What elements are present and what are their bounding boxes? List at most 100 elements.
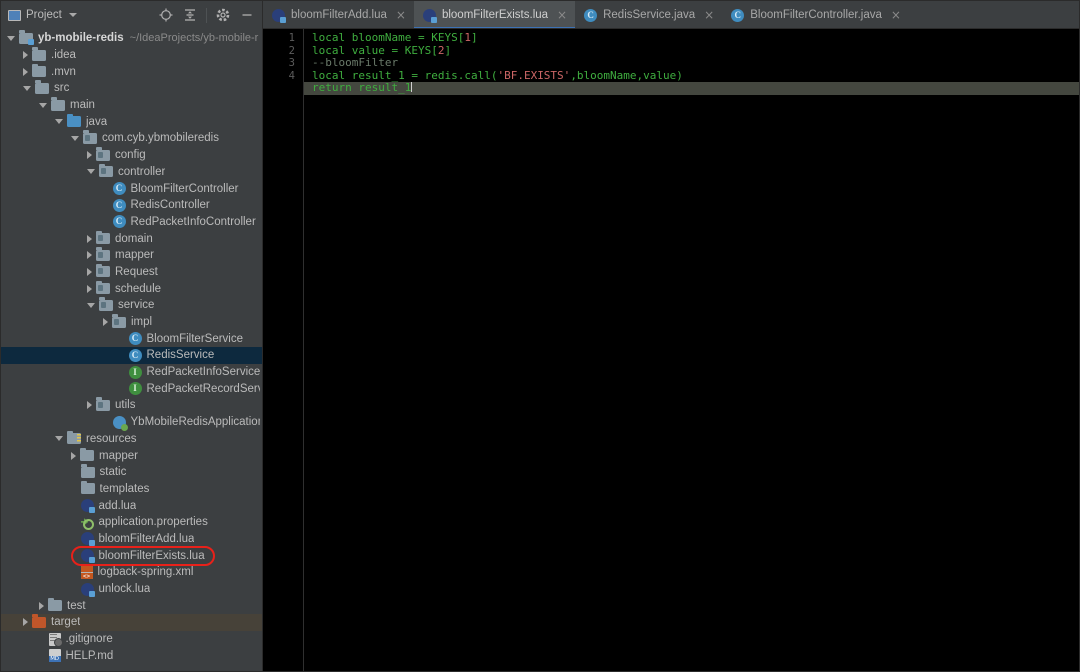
- tree-row[interactable]: bloomFilterExists.lua: [1, 547, 262, 564]
- java-class-icon: C: [128, 332, 142, 346]
- tree-row[interactable]: .gitignore: [1, 631, 262, 648]
- project-panel-title-button[interactable]: Project: [8, 9, 77, 21]
- tree-row[interactable]: templates: [1, 480, 262, 498]
- chevron-right-icon[interactable]: [23, 51, 28, 60]
- chevron-right-icon[interactable]: [23, 618, 28, 627]
- tree-row[interactable]: C BloomFilterService: [1, 330, 262, 347]
- tree-row-label: utils: [115, 399, 136, 412]
- project-panel-label: Project: [26, 9, 62, 21]
- tree-row-label: impl: [131, 316, 153, 329]
- package-icon: [96, 280, 110, 295]
- chevron-down-icon[interactable]: [87, 302, 95, 308]
- tree-row[interactable]: src: [1, 80, 262, 97]
- chevron-right-icon[interactable]: [87, 251, 92, 260]
- tree-row[interactable]: YbMobileRedisApplication: [1, 414, 262, 431]
- chevron-down-icon[interactable]: [71, 135, 79, 141]
- tree-row[interactable]: I RedPacketRecordService: [1, 380, 262, 397]
- editor-tab-label: BloomFilterController.java: [750, 9, 882, 21]
- editor-tab-1[interactable]: bloomFilterExists.lua ×: [413, 1, 576, 28]
- tree-row[interactable]: mapper: [1, 247, 262, 264]
- tree-row[interactable]: C RedisService: [1, 347, 262, 364]
- tree-row[interactable]: .mvn: [1, 63, 262, 80]
- chevron-down-icon[interactable]: [55, 436, 63, 442]
- chevron-right-icon[interactable]: [103, 318, 108, 327]
- tree-row[interactable]: .idea: [1, 47, 262, 64]
- code-content[interactable]: local bloomName = KEYS[1] local value = K…: [304, 29, 1079, 671]
- tree-row[interactable]: logback-spring.xml: [1, 564, 262, 581]
- editor-tab-3[interactable]: C BloomFilterController.java ×: [722, 1, 909, 28]
- code-line[interactable]: local value = KEYS[2]: [304, 43, 1079, 58]
- gear-icon[interactable]: [212, 4, 234, 26]
- chevron-down-icon[interactable]: [7, 35, 15, 41]
- tree-row[interactable]: mapper: [1, 447, 262, 464]
- close-icon[interactable]: ×: [557, 9, 567, 21]
- tree-row[interactable]: test: [1, 597, 262, 614]
- tree-row-label: main: [70, 99, 95, 112]
- chevron-right-icon[interactable]: [87, 151, 92, 160]
- java-class-icon: C: [112, 215, 126, 229]
- close-icon[interactable]: ×: [704, 9, 714, 21]
- tree-row[interactable]: domain: [1, 230, 262, 247]
- tree-row-label: BloomFilterService: [146, 332, 244, 345]
- chevron-down-icon[interactable]: [39, 102, 47, 108]
- code-token: local: [312, 43, 346, 57]
- tree-row-label: BloomFilterController: [130, 182, 239, 195]
- java-class-icon: C: [128, 332, 142, 346]
- tree-row[interactable]: java: [1, 113, 262, 130]
- locate-icon[interactable]: [155, 4, 177, 26]
- close-icon[interactable]: ×: [396, 9, 406, 21]
- tree-row[interactable]: resources: [1, 430, 262, 448]
- module-folder-icon: [19, 30, 34, 45]
- tree-row[interactable]: Request: [1, 263, 262, 281]
- line-number: 1: [288, 32, 295, 44]
- editor-tab-2[interactable]: C RedisService.java ×: [575, 1, 722, 28]
- collapse-all-icon[interactable]: [179, 4, 201, 26]
- tree-row[interactable]: controller: [1, 163, 262, 181]
- tree-row[interactable]: application.properties: [1, 514, 262, 531]
- tree-row[interactable]: C BloomFilterController: [1, 180, 262, 197]
- close-icon[interactable]: ×: [891, 9, 901, 21]
- folder-icon: [32, 47, 46, 61]
- chevron-down-icon[interactable]: [68, 13, 77, 17]
- chevron-right-icon[interactable]: [39, 601, 44, 610]
- package-icon: [83, 130, 97, 144]
- tree-row[interactable]: schedule: [1, 280, 262, 297]
- chevron-right-icon[interactable]: [87, 401, 92, 410]
- tree-row[interactable]: C RedPacketInfoController: [1, 214, 262, 231]
- tree-row[interactable]: impl: [1, 314, 262, 331]
- code-line[interactable]: local result_1 = redis.call('BF.EXISTS',…: [304, 68, 1079, 83]
- minimize-icon[interactable]: [236, 4, 258, 26]
- tree-row[interactable]: I RedPacketInfoService: [1, 364, 262, 381]
- chevron-right-icon[interactable]: [87, 234, 92, 243]
- code-editor[interactable]: 1234 local bloomName = KEYS[1] local valu…: [263, 29, 1079, 671]
- tree-row[interactable]: main: [1, 97, 262, 114]
- tree-row[interactable]: yb-mobile-redis ~/IdeaProjects/yb-mobile-…: [1, 30, 262, 47]
- code-token: ,bloomName,value): [570, 68, 683, 82]
- tree-row[interactable]: config: [1, 147, 262, 164]
- chevron-down-icon[interactable]: [23, 85, 31, 91]
- tree-row[interactable]: bloomFilterAdd.lua: [1, 531, 262, 548]
- chevron-right-icon[interactable]: [87, 267, 92, 276]
- tree-row[interactable]: utils: [1, 397, 262, 414]
- code-token: return: [312, 81, 352, 95]
- chevron-right-icon[interactable]: [87, 284, 92, 293]
- tree-row[interactable]: HELP.md: [1, 647, 262, 664]
- editor-tab-0[interactable]: bloomFilterAdd.lua ×: [263, 1, 414, 28]
- tree-row[interactable]: service: [1, 297, 262, 314]
- tree-row[interactable]: C RedisController: [1, 197, 262, 214]
- tree-row[interactable]: com.cyb.ybmobileredis: [1, 130, 262, 147]
- tree-row[interactable]: static: [1, 464, 262, 481]
- chevron-right-icon[interactable]: [71, 451, 76, 460]
- folder-icon: [80, 447, 94, 462]
- tree-row-label: bloomFilterAdd.lua: [98, 532, 195, 545]
- chevron-down-icon[interactable]: [87, 169, 95, 175]
- tree-row[interactable]: unlock.lua: [1, 581, 262, 598]
- chevron-down-icon[interactable]: [55, 119, 63, 125]
- project-tree[interactable]: yb-mobile-redis ~/IdeaProjects/yb-mobile-…: [1, 29, 263, 671]
- tree-row[interactable]: add.lua: [1, 497, 262, 514]
- chevron-right-icon[interactable]: [23, 67, 28, 76]
- panel-toolbar: [155, 4, 258, 26]
- code-line[interactable]: return result_1: [304, 82, 1079, 95]
- tree-row[interactable]: target: [1, 614, 262, 631]
- code-token: value = KEYS[: [345, 43, 438, 57]
